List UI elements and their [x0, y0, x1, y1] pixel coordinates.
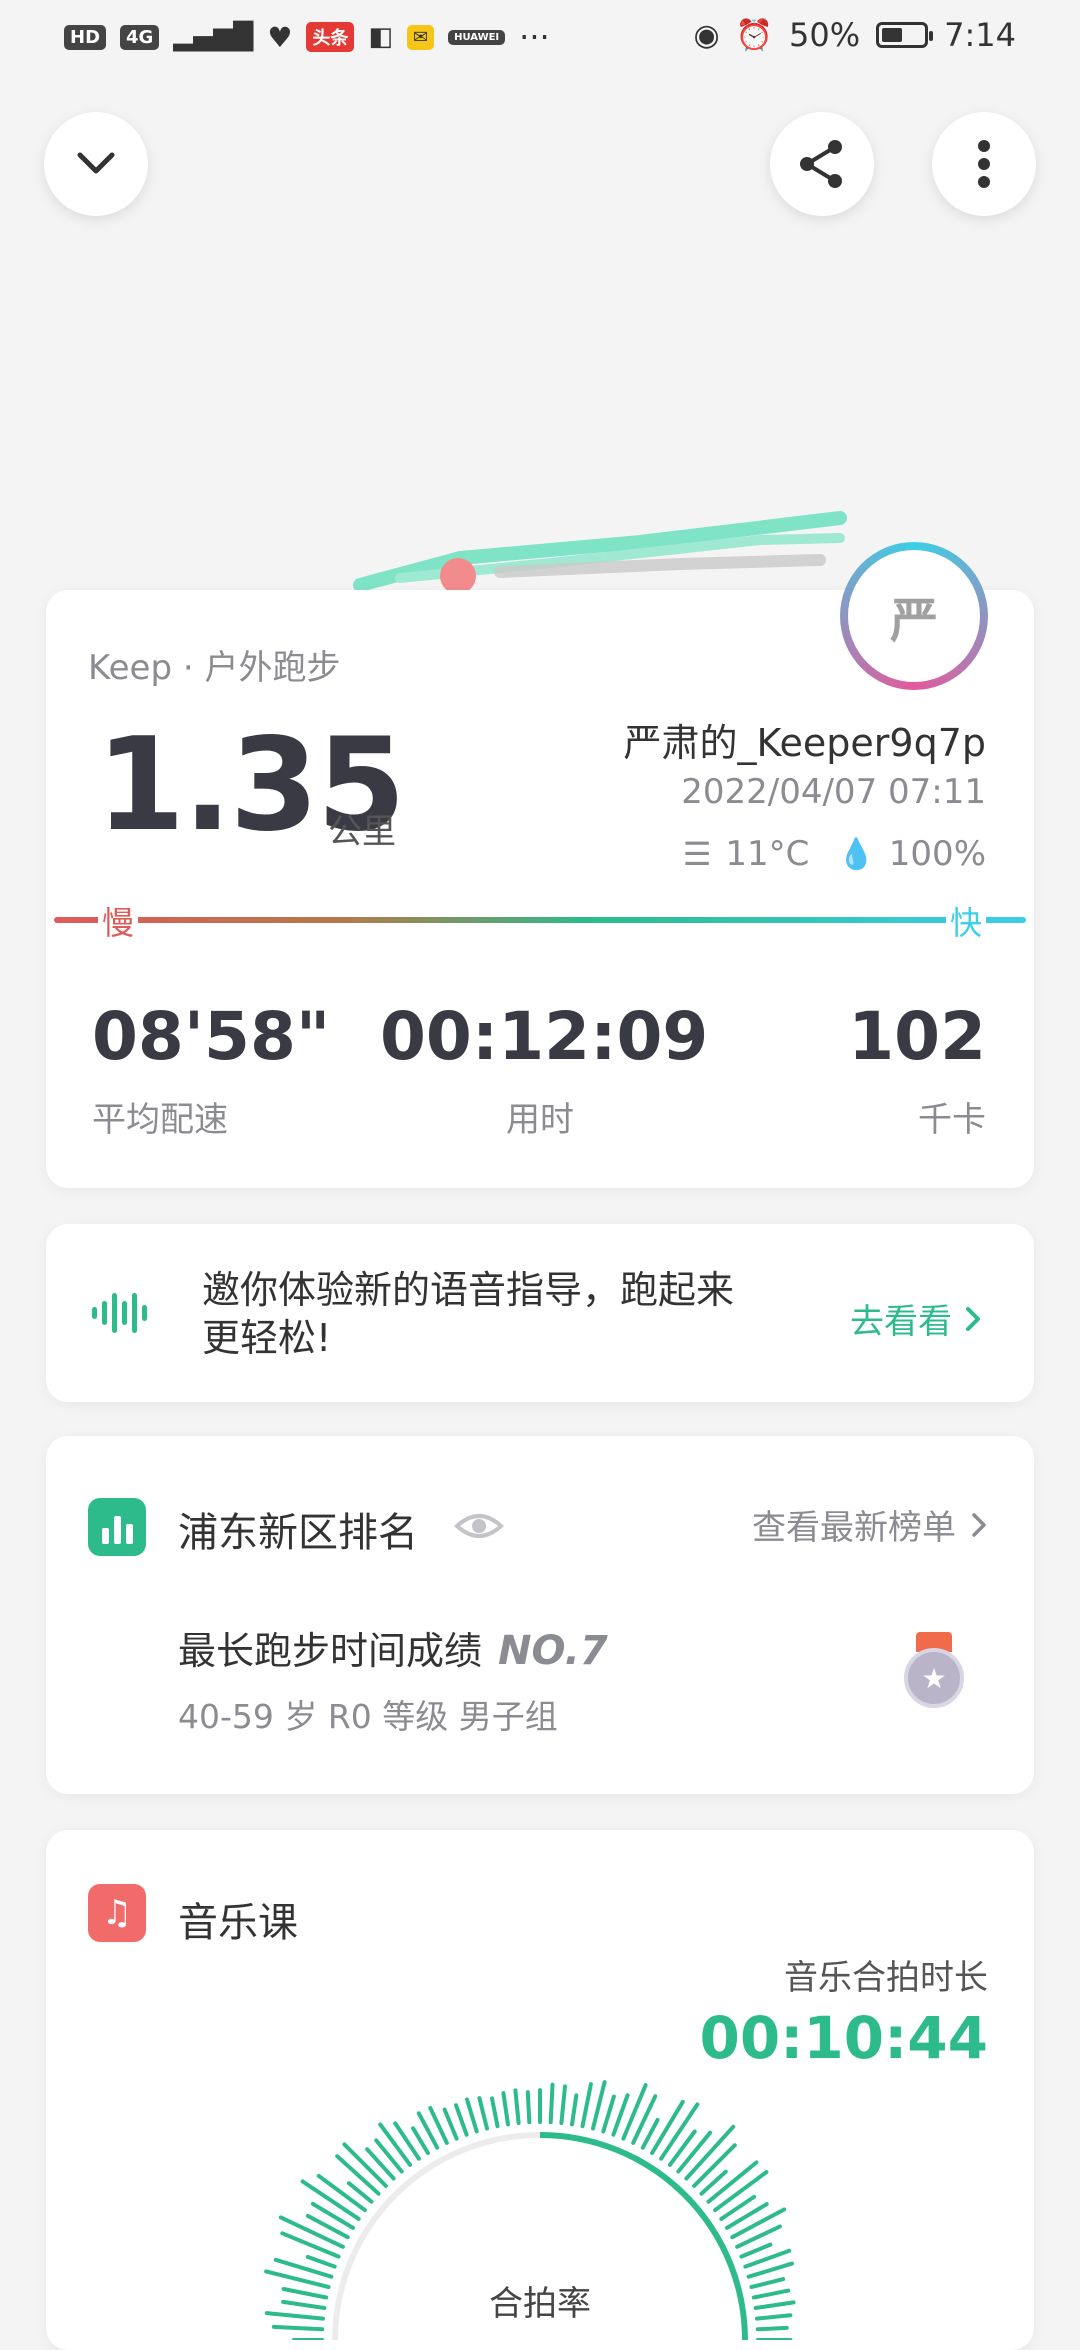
beat-bar [746, 2261, 794, 2279]
toutiao-icon: 头条 [306, 22, 355, 52]
beat-bar [271, 2324, 325, 2332]
ranking-title: 浦东新区排名 [178, 1510, 418, 1556]
ranking-chart-icon [88, 1498, 146, 1556]
battery-percent: 50% [789, 16, 861, 54]
ranking-item: 最长跑步时间成绩 NO.7 [178, 1620, 608, 1675]
ranking-item-rank: NO.7 [498, 1628, 608, 1674]
beat-bar [570, 2093, 579, 2127]
chevron-down-icon [77, 152, 115, 174]
ranking-item-title: 最长跑步时间成绩 [178, 1629, 483, 1673]
weather-row: ☰ 11°C 💧 100% [683, 834, 986, 874]
music-note-icon: ♫ [88, 1884, 146, 1942]
weather-icon: ☰ [682, 835, 712, 873]
beat-bar [442, 2107, 459, 2141]
beat-bar [580, 2082, 593, 2129]
beat-bar [548, 2082, 555, 2125]
beat-bar [676, 2130, 713, 2174]
beat-bar [650, 2099, 685, 2155]
workout-datetime: 2022/04/07 07:11 [681, 772, 986, 812]
beat-bar [305, 2254, 337, 2269]
distance-unit: 公里 [328, 812, 396, 852]
alarm-icon: ⏰ [735, 17, 774, 53]
music-title: 音乐课 [178, 1900, 298, 1946]
beat-bar [310, 2201, 355, 2230]
signal-icon: ▂▄▆█ [173, 22, 254, 52]
sound-wave-icon [92, 1293, 147, 1333]
beat-bar [601, 2094, 616, 2134]
pace-gradient-bar [54, 917, 1026, 923]
beat-bar [591, 2080, 607, 2131]
more-button[interactable] [932, 112, 1036, 216]
beat-bar [477, 2096, 489, 2131]
voice-guide-line-1: 邀你体验新的语音指导，跑起来 [202, 1268, 735, 1312]
avatar[interactable]: 严 [840, 542, 988, 690]
beat-bar [730, 2207, 787, 2240]
stat-pace-label: 平均配速 [92, 1100, 228, 1140]
beat-bar [454, 2103, 469, 2137]
humidity-icon: 💧 [837, 836, 875, 872]
notification-icon: ◧ [368, 22, 393, 52]
temperature: 11°C [725, 834, 810, 874]
pace-fast-label: 快 [946, 898, 987, 944]
more-vertical-icon [978, 140, 990, 188]
ranking-item-subtitle: 40-59 岁 R0 等级 男子组 [178, 1697, 558, 1736]
route-map-trace [353, 511, 847, 594]
beat-bar [559, 2084, 567, 2125]
pace-slow-label: 慢 [98, 898, 139, 944]
stat-pace-value: 08'58" [92, 998, 331, 1075]
status-icons-right: ◉ ⏰ 50% 7:14 [693, 16, 1016, 54]
voice-guide-line-2: 更轻松! [202, 1316, 332, 1360]
beat-bar [513, 2088, 521, 2125]
beat-bar [640, 2117, 660, 2150]
status-bar: HD 4G ▂▄▆█ ♥ 头条 ◧ ✉ HUAWEI ··· ◉ ⏰ 50% 7… [0, 0, 1080, 74]
beat-bar [501, 2091, 510, 2127]
voice-guide-action-label: 去看看 [850, 1302, 952, 1342]
stat-duration-label: 用时 [506, 1100, 574, 1140]
beat-rate-label: 合拍率 [489, 2284, 591, 2324]
battery-icon [876, 22, 934, 48]
beat-bar [525, 2090, 532, 2125]
chevron-right-icon [972, 1512, 986, 1537]
medal-icon: ★ [904, 1632, 964, 1710]
voice-guide-text: 邀你体验新的语音指导，跑起来 更轻松! [202, 1266, 822, 1362]
mail-icon: ✉ [407, 24, 435, 50]
clock: 7:14 [944, 16, 1016, 54]
beat-bar [378, 2122, 413, 2167]
avatar-initial: 严 [889, 593, 938, 649]
beat-bar [280, 2231, 341, 2259]
workout-source: Keep · 户外跑步 [88, 648, 341, 688]
network-indicator: 4G [120, 24, 160, 50]
username[interactable]: 严肃的_Keeper9q7p [623, 712, 986, 767]
eye-icon: ◉ [693, 17, 720, 53]
ranking-link-label: 查看最新榜单 [752, 1508, 956, 1548]
stat-calories-label: 千卡 [918, 1100, 986, 1140]
ranking-card[interactable] [46, 1436, 1034, 1794]
share-button[interactable] [770, 112, 874, 216]
beat-bar [755, 2325, 789, 2332]
beat-bar [490, 2096, 500, 2129]
collapse-button[interactable] [44, 112, 148, 216]
beat-bar [365, 2147, 396, 2181]
eye-icon[interactable] [454, 1510, 504, 1542]
beat-bar [465, 2097, 479, 2134]
more-notifications: ··· [519, 18, 550, 56]
beat-bar [278, 2215, 345, 2249]
chevron-right-icon [966, 1306, 980, 1331]
beat-bar [725, 2202, 769, 2230]
status-icons-left: HD 4G ▂▄▆█ ♥ 头条 ◧ ✉ HUAWEI ··· [64, 18, 550, 56]
beat-bar [621, 2083, 648, 2141]
humidity: 100% [888, 834, 986, 874]
music-duration-label: 音乐合拍时长 [784, 1958, 988, 1998]
ranking-link[interactable]: 查看最新榜单 [752, 1500, 988, 1549]
stat-duration-value: 00:12:09 [380, 998, 709, 1075]
stat-calories-value: 102 [848, 998, 986, 1075]
share-icon [800, 140, 842, 188]
heart-icon: ♥ [267, 20, 293, 54]
beat-bar [411, 2126, 430, 2155]
beat-bar [739, 2242, 773, 2259]
start-point-icon [440, 558, 476, 594]
huawei-icon: HUAWEI [448, 29, 506, 45]
hd-indicator: HD [64, 24, 107, 50]
voice-guide-action[interactable]: 去看看 [850, 1294, 982, 1343]
